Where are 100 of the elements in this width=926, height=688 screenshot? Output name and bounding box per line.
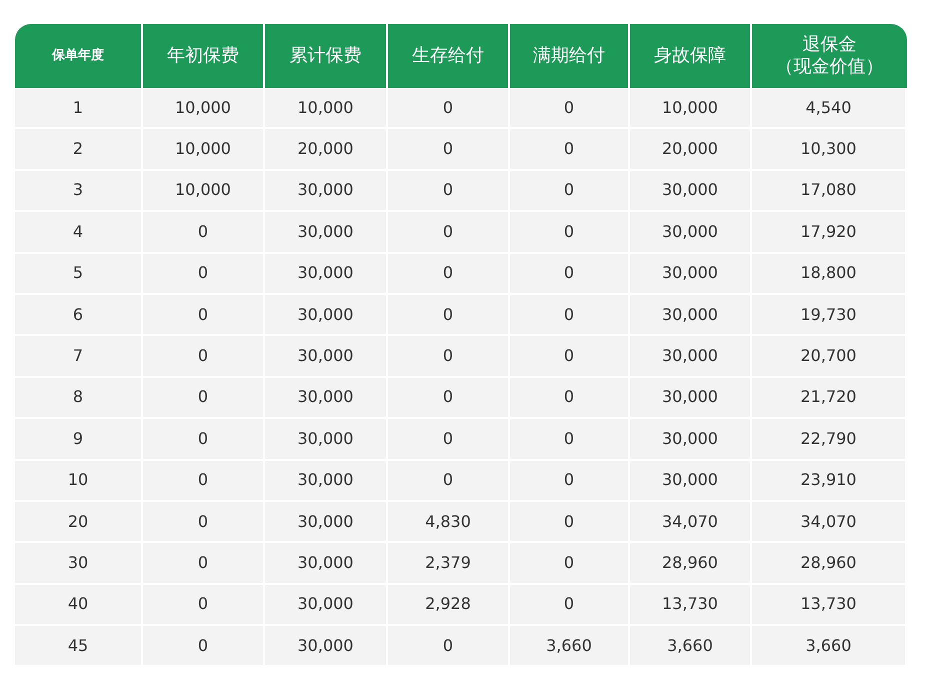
header-text: 年初保费 xyxy=(167,44,239,68)
table-cell: 30,000 xyxy=(265,378,388,420)
table-cell: 22,790 xyxy=(752,419,907,461)
header-text: 累计保费 xyxy=(290,44,362,68)
table-cell: 0 xyxy=(510,543,630,585)
table-cell: 0 xyxy=(143,336,265,378)
table-cell: 23,910 xyxy=(752,460,907,502)
header-text: （现金价值） xyxy=(776,56,884,78)
table-cell: 17,080 xyxy=(752,170,907,212)
table-cell: 21,720 xyxy=(752,378,907,420)
table-cell: 2 xyxy=(15,129,143,171)
table-cell: 0 xyxy=(388,212,510,254)
table-cell: 0 xyxy=(510,378,630,420)
table-cell: 0 xyxy=(143,212,265,254)
table-cell: 30,000 xyxy=(265,170,388,212)
table-cell: 0 xyxy=(510,419,630,461)
table-cell: 0 xyxy=(510,336,630,378)
table-cell: 0 xyxy=(388,626,510,668)
table-cell: 30,000 xyxy=(265,543,388,585)
table-cell: 3,660 xyxy=(752,626,907,668)
table-cell: 30,000 xyxy=(630,419,752,461)
table-cell: 34,070 xyxy=(752,502,907,544)
table-cell: 0 xyxy=(143,502,265,544)
table-cell: 20,000 xyxy=(630,129,752,171)
table-cell: 0 xyxy=(388,294,510,336)
table-cell: 4 xyxy=(15,212,143,254)
table-cell: 0 xyxy=(510,254,630,295)
table-cell: 30,000 xyxy=(265,502,388,544)
table-cell: 0 xyxy=(510,88,630,130)
table-cell: 30,000 xyxy=(265,584,388,626)
table-cell: 3,660 xyxy=(630,626,752,668)
table-cell: 30,000 xyxy=(265,254,388,295)
table-cell: 0 xyxy=(388,419,510,461)
table-cell: 0 xyxy=(143,254,265,295)
header-text: 身故保障 xyxy=(654,44,726,68)
table-cell: 30,000 xyxy=(630,294,752,336)
table-cell: 30,000 xyxy=(630,170,752,212)
table-cell: 4,830 xyxy=(388,502,510,544)
table-cell: 10,000 xyxy=(630,88,752,130)
table-cell: 3,660 xyxy=(510,626,630,668)
table-cell: 0 xyxy=(388,336,510,378)
table-cell: 30,000 xyxy=(630,254,752,295)
table-cell: 30,000 xyxy=(265,419,388,461)
table-cell: 28,960 xyxy=(752,543,907,585)
table-cell: 10,000 xyxy=(143,170,265,212)
header-text: 退保金 xyxy=(802,34,856,56)
table-cell: 20 xyxy=(15,502,143,544)
table-cell: 0 xyxy=(510,502,630,544)
table-cell: 0 xyxy=(510,129,630,171)
table-cell: 20,700 xyxy=(752,336,907,378)
table-cell: 0 xyxy=(510,584,630,626)
table-cell: 10,000 xyxy=(265,88,388,130)
table-cell: 2,928 xyxy=(388,584,510,626)
table-cell: 17,920 xyxy=(752,212,907,254)
table-cell: 0 xyxy=(388,129,510,171)
table-cell: 0 xyxy=(510,170,630,212)
table-cell: 40 xyxy=(15,584,143,626)
table-cell: 3 xyxy=(15,170,143,212)
table-cell: 30,000 xyxy=(265,460,388,502)
table-cell: 30,000 xyxy=(265,212,388,254)
table-cell: 34,070 xyxy=(630,502,752,544)
table-cell: 0 xyxy=(388,170,510,212)
table-cell: 28,960 xyxy=(630,543,752,585)
table-cell: 19,730 xyxy=(752,294,907,336)
table-cell: 7 xyxy=(15,336,143,378)
table-cell: 1 xyxy=(15,88,143,130)
table-cell: 13,730 xyxy=(752,584,907,626)
table-cell: 0 xyxy=(143,378,265,420)
table-cell: 0 xyxy=(143,419,265,461)
table-cell: 10,000 xyxy=(143,88,265,130)
table-cell: 30,000 xyxy=(630,336,752,378)
table-cell: 0 xyxy=(388,88,510,130)
table-cell: 20,000 xyxy=(265,129,388,171)
table-cell: 0 xyxy=(143,584,265,626)
table-cell: 10,000 xyxy=(143,129,265,171)
table-cell: 0 xyxy=(143,543,265,585)
table-cell: 13,730 xyxy=(630,584,752,626)
table-cell: 4,540 xyxy=(752,88,907,130)
table-cell: 9 xyxy=(15,419,143,461)
table-cell: 0 xyxy=(388,460,510,502)
table-cell: 0 xyxy=(510,212,630,254)
table-cell: 30,000 xyxy=(630,378,752,420)
table-cell: 18,800 xyxy=(752,254,907,295)
header-text: 生存给付 xyxy=(412,44,484,68)
table-cell: 0 xyxy=(388,254,510,295)
header-text: 保单年度 xyxy=(52,48,104,64)
table-cell: 10 xyxy=(15,460,143,502)
table-cell: 6 xyxy=(15,294,143,336)
table-cell: 30,000 xyxy=(265,336,388,378)
table-cell: 45 xyxy=(15,626,143,668)
header-text: 满期给付 xyxy=(533,44,605,68)
table-cell: 30,000 xyxy=(630,212,752,254)
table-cell: 0 xyxy=(388,378,510,420)
table-cell: 30,000 xyxy=(265,626,388,668)
table-cell: 8 xyxy=(15,378,143,420)
table-cell: 0 xyxy=(143,460,265,502)
table-cell: 0 xyxy=(143,294,265,336)
table-cell: 0 xyxy=(510,294,630,336)
table-cell: 5 xyxy=(15,254,143,295)
table-cell: 10,300 xyxy=(752,129,907,171)
